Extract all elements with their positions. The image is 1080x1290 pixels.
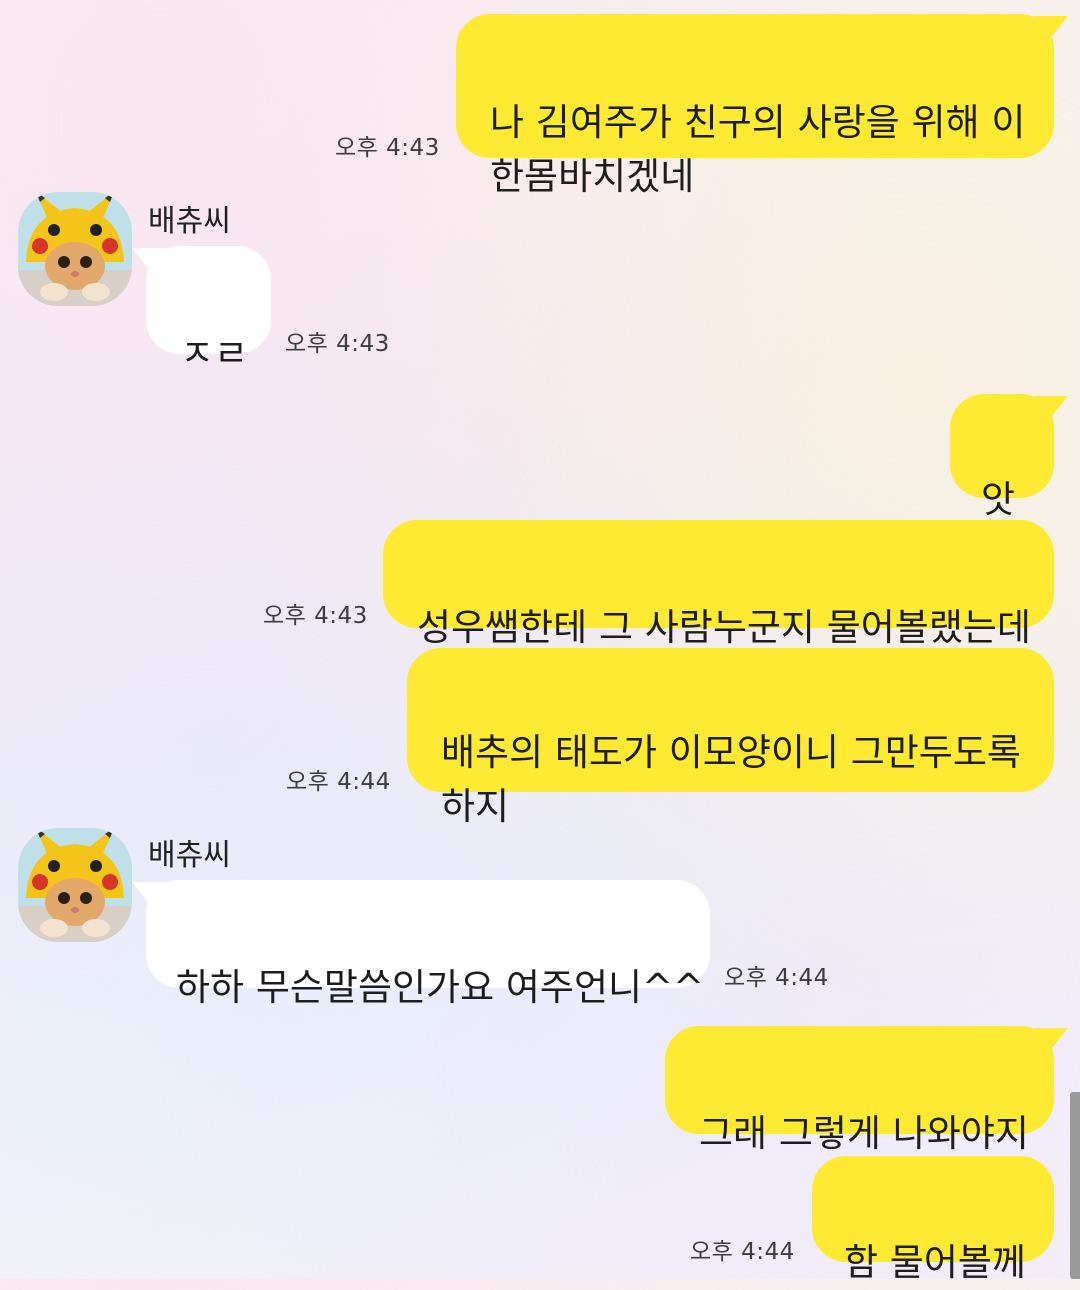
message-text: 함 물어볼께 [844,1241,1026,1284]
sender-name: 배츄씨 [148,204,231,239]
my-message-bubble[interactable]: 그래 그렇게 나와야지 [665,1026,1054,1155]
avatar[interactable] [18,192,132,306]
my-message-bubble[interactable]: 앗 [950,394,1054,521]
my-message-bubble[interactable]: 함 물어볼께 [812,1156,1054,1284]
message-time: 오후 4:43 [285,331,390,357]
avatar[interactable] [18,828,132,942]
pikachu-hat-cat-avatar-icon [18,192,132,306]
sender-name: 배츄씨 [148,838,231,873]
message-text: 성우쌤한테 그 사람누군지 물어볼랬는데 [417,606,1031,649]
message-time: 오후 4:43 [335,135,440,161]
message-time: 오후 4:43 [263,603,368,629]
message-time: 오후 4:44 [690,1239,795,1265]
my-message-bubble[interactable]: 배추의 태도가 이모양이니 그만두도록 하지 [407,648,1054,828]
message-time: 오후 4:44 [286,769,391,795]
message-text: 하하 무슨말씀인가요 여주언니^^ [176,966,705,1009]
message-text: 그래 그렇게 나와야지 [699,1112,1029,1155]
scrollbar-thumb[interactable] [1070,1092,1080,1279]
my-message-bubble[interactable]: 성우쌤한테 그 사람누군지 물어볼랬는데 [383,520,1054,649]
their-message-bubble[interactable]: 하하 무슨말씀인가요 여주언니^^ [146,880,710,1009]
message-text: 앗 [981,478,1016,521]
message-text: ㅈㄹ [180,332,249,375]
message-text: 배추의 태도가 이모양이니 그만두도록 하지 [441,731,1021,828]
my-message-bubble[interactable]: 나 김여주가 친구의 사랑을 위해 이 한몸바치겠네 [456,14,1054,198]
their-message-bubble[interactable]: ㅈㄹ [146,246,271,375]
message-text: 나 김여주가 친구의 사랑을 위해 이 한몸바치겠네 [490,101,1026,198]
pikachu-hat-cat-avatar-icon [18,828,132,942]
message-time: 오후 4:44 [724,965,829,991]
